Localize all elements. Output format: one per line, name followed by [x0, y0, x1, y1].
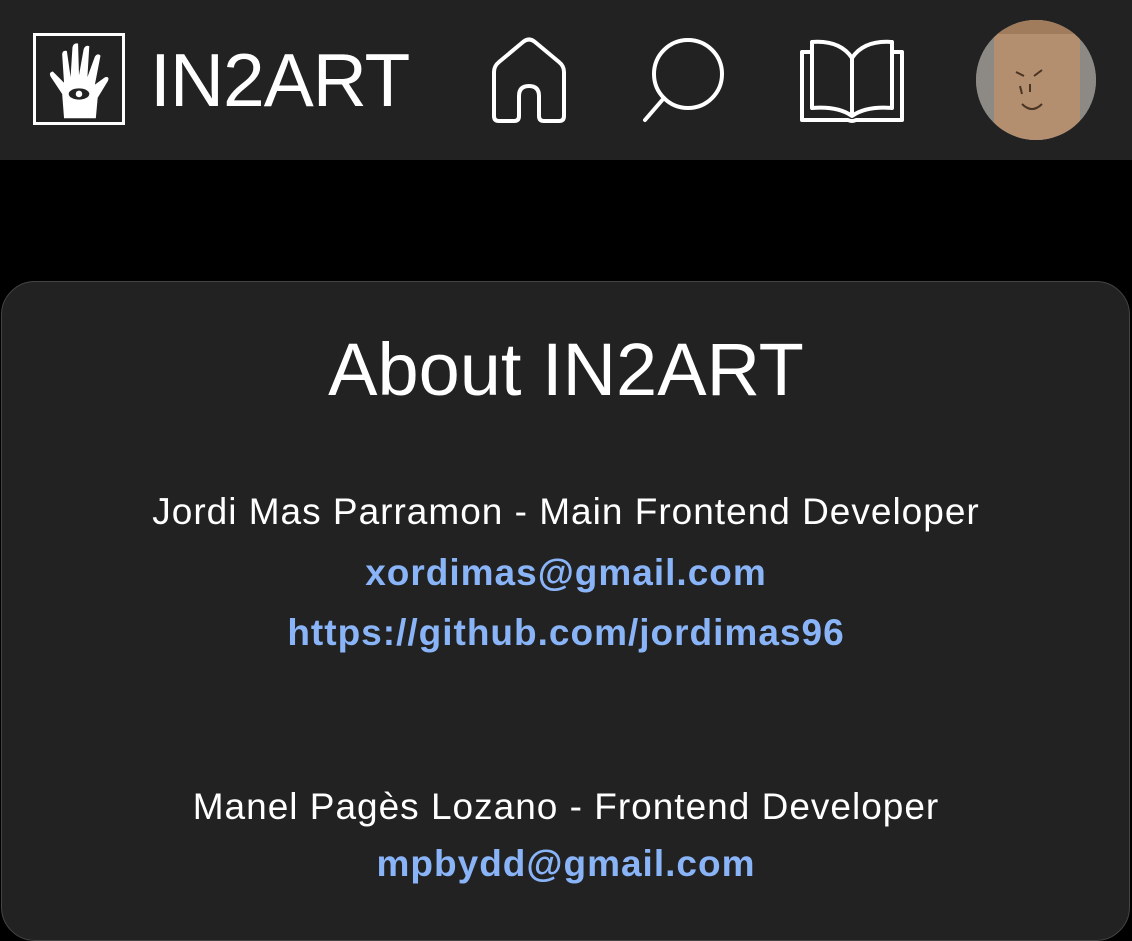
email-link[interactable]: xordimas@gmail.com	[365, 552, 767, 593]
person-name-role: Manel Pagès Lozano - Frontend Developer	[192, 786, 940, 827]
page-title: About IN2ART	[328, 328, 804, 411]
book-icon[interactable]	[798, 36, 906, 126]
email-link[interactable]: mpbydd@gmail.com	[377, 843, 756, 884]
logo[interactable]	[33, 33, 125, 125]
brand-name[interactable]: IN2ART	[150, 40, 410, 120]
navbar: IN2ART	[0, 0, 1132, 160]
user-avatar[interactable]	[976, 20, 1096, 140]
search-icon[interactable]	[640, 36, 730, 126]
hand-eye-icon	[49, 43, 109, 119]
github-link[interactable]: https://github.com/jordimas96	[287, 612, 844, 653]
home-icon[interactable]	[486, 36, 572, 124]
person-name-role: Jordi Mas Parramon - Main Frontend Devel…	[152, 491, 980, 532]
